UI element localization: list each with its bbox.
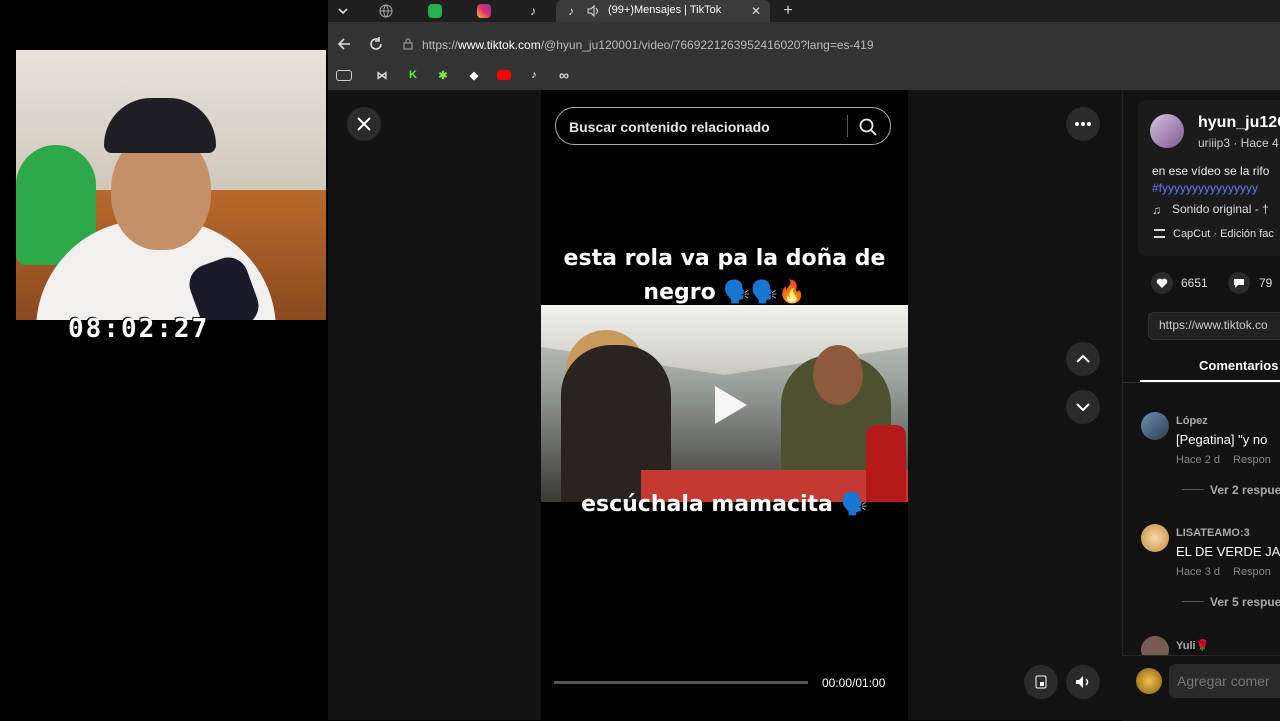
comment-text: EL DE VERDE JA — [1176, 544, 1280, 559]
view-replies-button[interactable]: Ver 5 respue — [1210, 595, 1280, 609]
webcam-overlay — [16, 50, 326, 320]
video-caption-top-line2: negro 🗣️🗣️🔥 — [643, 280, 806, 305]
stream-timer: 08:02:27 — [68, 314, 210, 344]
video-description: en ese vídeo se la rifo — [1152, 164, 1270, 178]
comment-avatar[interactable] — [1141, 412, 1169, 440]
comment-avatar[interactable] — [1141, 524, 1169, 552]
globe-icon[interactable] — [377, 2, 395, 20]
heart-icon — [1156, 278, 1168, 288]
more-icon — [1075, 122, 1091, 126]
comment-icon — [1234, 278, 1244, 288]
search-placeholder: Buscar contenido relacionado — [569, 119, 770, 135]
kick-icon[interactable]: K — [405, 67, 421, 83]
chevron-down-icon — [1076, 403, 1090, 412]
chevron-up-icon — [1076, 354, 1090, 363]
copy-link-text: https://www.tiktok.co — [1159, 318, 1268, 332]
author-name[interactable]: hyun_ju12C — [1198, 114, 1280, 132]
music-note-icon: ♫ — [1152, 203, 1161, 217]
like-count: 6651 — [1181, 276, 1208, 290]
volume-icon — [1076, 676, 1089, 688]
replies-line — [1182, 601, 1204, 602]
tiktok-icon: ♪ — [568, 4, 574, 18]
next-video-button[interactable] — [1066, 390, 1100, 424]
replies-line — [1182, 489, 1204, 490]
active-tab-title: (99+)Mensajes | TikTok — [608, 4, 722, 16]
comment-username[interactable]: LISATEAMO:3 — [1176, 527, 1250, 539]
author-avatar[interactable] — [1150, 114, 1184, 148]
badge-icon[interactable] — [426, 2, 444, 20]
sound-link[interactable]: Sonido original - † — [1172, 202, 1269, 216]
chevron-down-icon[interactable] — [334, 2, 352, 20]
search-icon[interactable] — [858, 117, 878, 137]
tabs-divider — [1122, 382, 1280, 383]
tab-comments-underline — [1140, 380, 1280, 382]
video-progress-bar[interactable] — [554, 681, 808, 684]
pip-button[interactable] — [1024, 665, 1058, 699]
instagram-icon[interactable] — [475, 2, 493, 20]
url-prefix: https:// — [422, 38, 459, 52]
scene-man-head — [813, 345, 863, 405]
video-hashtag[interactable]: #fyyyyyyyyyyyyyyyy — [1152, 181, 1258, 195]
author-subtitle: uriiip3 · Hace 4 — [1198, 136, 1279, 150]
url-field[interactable]: https://www.tiktok.com/@hyun_ju120001/vi… — [422, 38, 874, 52]
close-tab-icon[interactable]: ✕ — [747, 2, 765, 20]
like-button[interactable] — [1151, 272, 1173, 294]
previous-video-button[interactable] — [1066, 342, 1100, 376]
browser-tab-bar — [328, 0, 1280, 22]
close-icon — [357, 117, 371, 131]
view-replies-button[interactable]: Ver 2 respue — [1210, 483, 1280, 497]
new-tab-icon[interactable]: + — [779, 2, 797, 20]
site-info-icon[interactable] — [401, 37, 415, 51]
add-comment-placeholder: Agregar comer — [1177, 673, 1270, 689]
current-user-avatar — [1136, 668, 1162, 694]
video-time: 00:00/01:00 — [822, 676, 886, 690]
comment-count: 79 — [1259, 276, 1273, 290]
scene-bottle — [866, 425, 906, 502]
volume-button[interactable] — [1066, 665, 1100, 699]
url-domain: www.tiktok.com — [458, 38, 541, 52]
url-path: /@hyun_ju120001/video/766922126395241602… — [540, 38, 874, 52]
youtube-icon[interactable] — [496, 67, 512, 83]
comment-reply-button[interactable]: Respon — [1233, 454, 1271, 466]
comment-text: [Pegatina] "y no — [1176, 432, 1268, 447]
play-icon[interactable] — [703, 380, 753, 430]
tiktok-icon[interactable]: ♪ — [524, 2, 542, 20]
comment-time: Hace 3 d — [1176, 566, 1221, 578]
diamond-icon[interactable]: ◆ — [466, 67, 482, 83]
comment-username[interactable]: López — [1176, 415, 1208, 427]
device-icon — [1035, 675, 1047, 689]
comment-button[interactable] — [1228, 272, 1250, 294]
more-options-button[interactable] — [1066, 107, 1100, 141]
reload-icon[interactable] — [367, 35, 385, 53]
back-icon[interactable] — [335, 35, 353, 53]
video-caption-top-line1: esta rola va pa la doña de — [563, 246, 886, 271]
comment-reply-button[interactable]: Respon — [1233, 566, 1271, 578]
capcut-link[interactable]: CapCut · Edición fac — [1173, 228, 1274, 240]
capcut-icon — [1154, 229, 1165, 238]
comment-time: Hace 2 d — [1176, 454, 1221, 466]
tiktok-icon[interactable]: ♪ — [526, 67, 542, 83]
tab-comments[interactable]: Comentarios — [1199, 358, 1278, 373]
bookmark-icon[interactable] — [336, 67, 352, 83]
star-icon[interactable]: ✱ — [435, 67, 451, 83]
comment-username[interactable]: Yuli🌹 — [1176, 639, 1209, 652]
bowtie-icon[interactable]: ⋈ — [374, 67, 390, 83]
close-button[interactable] — [347, 107, 381, 141]
speaker-icon[interactable] — [584, 2, 602, 20]
infinity-icon[interactable]: ∞ — [556, 67, 572, 83]
search-divider — [847, 115, 848, 137]
video-caption-bottom: escúchala mamacita 🗣️ — [581, 492, 868, 517]
